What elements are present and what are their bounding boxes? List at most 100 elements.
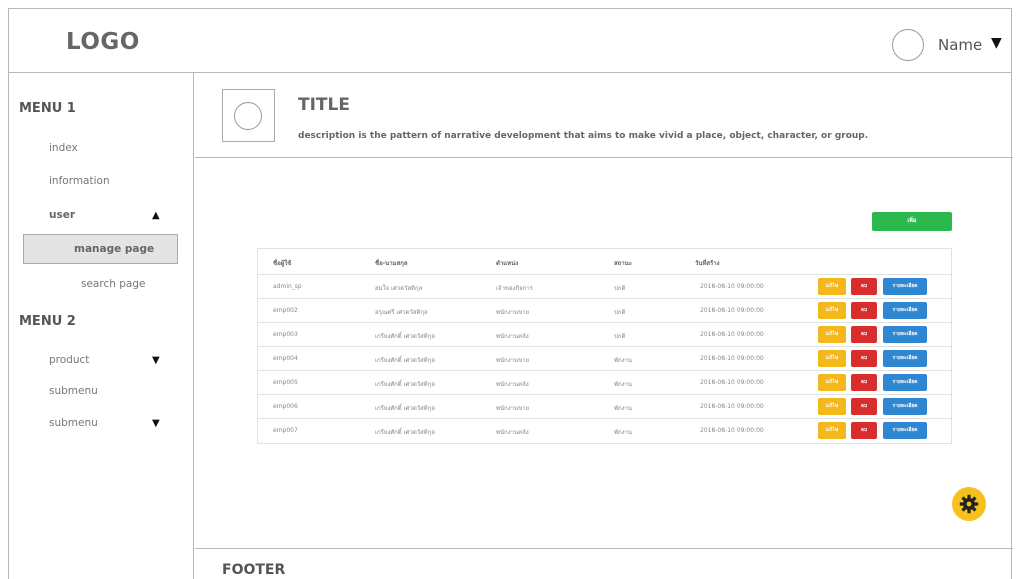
cell-status: พักงาน: [614, 405, 632, 412]
cell-position: พนักงานคลัง: [496, 381, 529, 388]
table-row: emp003 เกรียงศักดิ์ เศวตวัสติกุล พนักงานคล…: [258, 323, 951, 347]
col-header-created: วันที่สร้าง: [695, 260, 720, 267]
edit-button[interactable]: แก้ไข: [818, 374, 846, 391]
detail-button[interactable]: รายละเอียด: [883, 278, 927, 295]
footer: FOOTER: [195, 548, 1013, 579]
table-header-row: ชื่อผู้ใช้ ชื่อ-นามสกุล ตำแหน่ง สถานะ วั…: [258, 249, 951, 275]
delete-button[interactable]: ลบ: [851, 350, 877, 367]
cell-username: emp005: [273, 379, 298, 386]
manage-page-label: manage page: [74, 243, 155, 255]
cell-username: emp002: [273, 307, 298, 314]
delete-button[interactable]: ลบ: [851, 374, 877, 391]
sidebar-item-manage-page[interactable]: manage page: [23, 234, 178, 264]
edit-button[interactable]: แก้ไข: [818, 398, 846, 415]
detail-button[interactable]: รายละเอียด: [883, 422, 927, 439]
menu1-title: MENU 1: [19, 101, 76, 116]
cell-username: emp007: [273, 427, 298, 434]
cell-position: พนักงานคลัง: [496, 333, 529, 340]
table-row: emp006 เกรียงศักดิ์ เศวตวัสติกุล พนักงานขา…: [258, 395, 951, 419]
cell-status: พักงาน: [614, 357, 632, 364]
caret-down-icon[interactable]: ▼: [991, 35, 1002, 51]
detail-button[interactable]: รายละเอียด: [883, 374, 927, 391]
cell-position: พนักงานขาย: [496, 309, 530, 316]
cell-created: 2018-08-10 09:00:00: [700, 283, 764, 290]
user-avatar[interactable]: [892, 29, 924, 61]
cell-fullname: เกรียงศักดิ์ เศวตวัสติกุล: [375, 405, 435, 412]
sidebar-item-search-page[interactable]: search page: [81, 278, 145, 290]
cell-username: emp006: [273, 403, 298, 410]
table-row: emp005 เกรียงศักดิ์ เศวตวัสติกุล พนักงานคล…: [258, 371, 951, 395]
delete-button[interactable]: ลบ: [851, 302, 877, 319]
add-button[interactable]: เพิ่ม: [872, 212, 952, 231]
cell-fullname: สมใจ เศวตวัสติกุล: [375, 285, 423, 292]
cell-username: admin_sp: [273, 283, 302, 290]
edit-button[interactable]: แก้ไข: [818, 326, 846, 343]
cell-status: พักงาน: [614, 381, 632, 388]
page-title: TITLE: [298, 95, 350, 115]
settings-fab[interactable]: [952, 487, 986, 521]
table-row: emp007 เกรียงศักดิ์ เศวตวัสติกุล พนักงานคล…: [258, 419, 951, 443]
col-header-status: สถานะ: [614, 260, 632, 267]
cell-created: 2018-08-10 09:00:00: [700, 379, 764, 386]
cell-fullname: เกรียงศักดิ์ เศวตวัสติกุล: [375, 357, 435, 364]
top-header: LOGO Name ▼: [9, 9, 1012, 73]
sidebar-item-submenu-2[interactable]: submenu: [49, 417, 98, 429]
cell-created: 2018-08-10 09:00:00: [700, 331, 764, 338]
detail-button[interactable]: รายละเอียด: [883, 326, 927, 343]
caret-down-icon[interactable]: ▼: [152, 355, 160, 366]
cell-status: ปกติ: [614, 285, 626, 292]
cell-status: ปกติ: [614, 309, 626, 316]
cell-fullname: เกรียงศักดิ์ เศวตวัสติกุล: [375, 333, 435, 340]
col-header-fullname: ชื่อ-นามสกุล: [375, 260, 408, 267]
edit-button[interactable]: แก้ไข: [818, 302, 846, 319]
cell-position: พนักงานขาย: [496, 405, 530, 412]
detail-button[interactable]: รายละเอียด: [883, 398, 927, 415]
delete-button[interactable]: ลบ: [851, 326, 877, 343]
cell-status: ปกติ: [614, 333, 626, 340]
menu2-title: MENU 2: [19, 314, 76, 329]
delete-button[interactable]: ลบ: [851, 278, 877, 295]
detail-button[interactable]: รายละเอียด: [883, 302, 927, 319]
gear-icon: [959, 494, 979, 514]
users-table: ชื่อผู้ใช้ ชื่อ-นามสกุล ตำแหน่ง สถานะ วั…: [257, 248, 952, 444]
cell-position: พนักงานขาย: [496, 357, 530, 364]
delete-button[interactable]: ลบ: [851, 398, 877, 415]
cell-status: พักงาน: [614, 429, 632, 436]
table-row: emp004 เกรียงศักดิ์ เศวตวัสติกุล พนักงานขา…: [258, 347, 951, 371]
cell-created: 2018-08-10 09:00:00: [700, 427, 764, 434]
caret-up-icon[interactable]: ▲: [152, 210, 160, 221]
footer-label: FOOTER: [222, 562, 286, 578]
table-row: admin_sp สมใจ เศวตวัสติกุล เจ้าของกิจการ ปก…: [258, 275, 951, 299]
table-row: emp002 อรุณศรี เศวตวัสติกุล พนักงานขาย ปกติ…: [258, 299, 951, 323]
cell-fullname: เกรียงศักดิ์ เศวตวัสติกุล: [375, 381, 435, 388]
page-description: description is the pattern of narrative …: [298, 131, 869, 141]
image-placeholder: [222, 89, 275, 142]
delete-button[interactable]: ลบ: [851, 422, 877, 439]
cell-position: เจ้าของกิจการ: [496, 285, 533, 292]
detail-button[interactable]: รายละเอียด: [883, 350, 927, 367]
sidebar: MENU 1 index information user ▲ manage p…: [9, 73, 194, 579]
logo[interactable]: LOGO: [66, 29, 140, 55]
edit-button[interactable]: แก้ไข: [818, 422, 846, 439]
cell-fullname: เกรียงศักดิ์ เศวตวัสติกุล: [375, 429, 435, 436]
sidebar-item-index[interactable]: index: [49, 142, 78, 154]
caret-down-icon[interactable]: ▼: [152, 418, 160, 429]
cell-fullname: อรุณศรี เศวตวัสติกุล: [375, 309, 428, 316]
col-header-username: ชื่อผู้ใช้: [273, 260, 292, 267]
placeholder-circle-icon: [234, 102, 262, 130]
title-band: TITLE description is the pattern of narr…: [195, 73, 1013, 158]
cell-position: พนักงานคลัง: [496, 429, 529, 436]
user-name[interactable]: Name: [938, 36, 982, 54]
edit-button[interactable]: แก้ไข: [818, 278, 846, 295]
edit-button[interactable]: แก้ไข: [818, 350, 846, 367]
col-header-position: ตำแหน่ง: [496, 260, 519, 267]
cell-created: 2018-08-10 09:00:00: [700, 355, 764, 362]
cell-created: 2018-08-10 09:00:00: [700, 403, 764, 410]
cell-username: emp003: [273, 331, 298, 338]
sidebar-item-information[interactable]: information: [49, 175, 110, 187]
cell-username: emp004: [273, 355, 298, 362]
cell-created: 2018-08-10 09:00:00: [700, 307, 764, 314]
sidebar-item-submenu-1[interactable]: submenu: [49, 385, 98, 397]
sidebar-item-product[interactable]: product: [49, 354, 89, 366]
sidebar-item-user[interactable]: user: [49, 209, 75, 221]
